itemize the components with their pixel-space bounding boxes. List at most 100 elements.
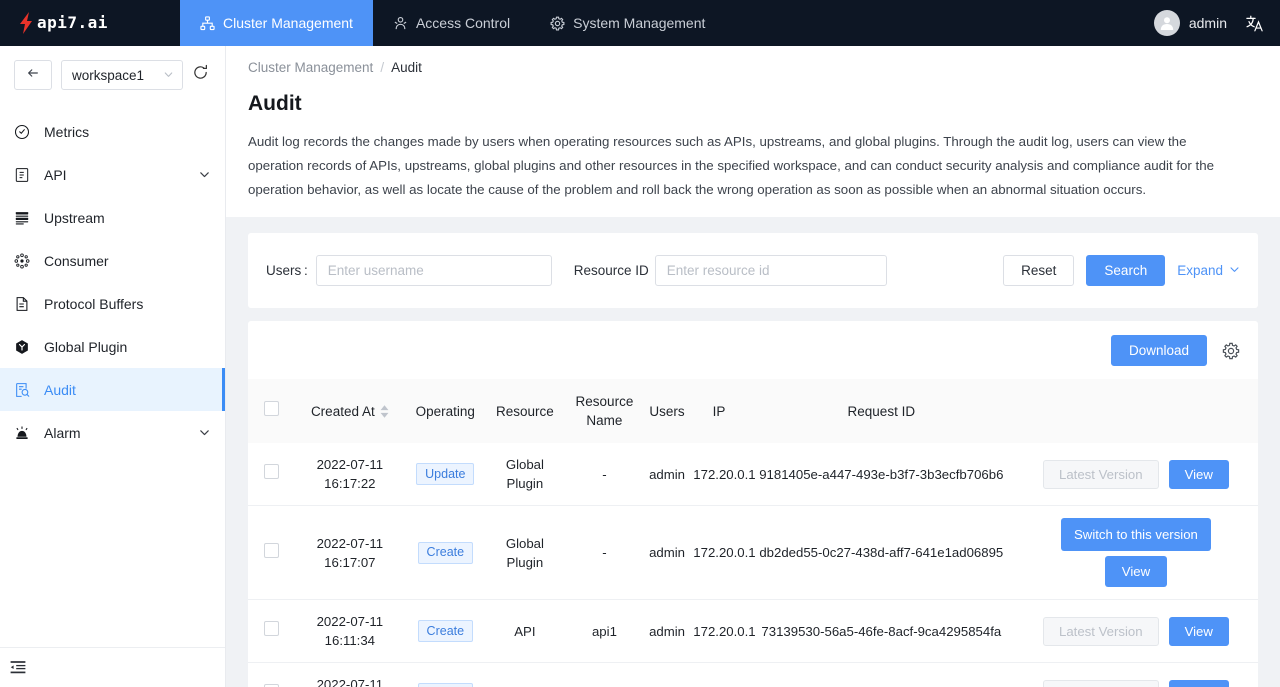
- operation-tag: Create: [417, 620, 474, 642]
- search-button[interactable]: Search: [1086, 255, 1166, 286]
- latest-version-button: Latest Version: [1042, 616, 1159, 646]
- workspace-select[interactable]: workspace1: [61, 60, 183, 90]
- nav-item-cluster-management[interactable]: Cluster Management: [180, 0, 373, 46]
- view-button[interactable]: View: [1104, 556, 1168, 587]
- chevron-down-icon[interactable]: [198, 168, 211, 181]
- collapse-sidebar-icon[interactable]: [9, 659, 27, 677]
- cell-users: admin: [644, 505, 690, 600]
- alarm-icon: [12, 425, 32, 441]
- refresh-icon: [192, 64, 209, 86]
- chevron-down-icon[interactable]: [198, 426, 211, 439]
- select-all-checkbox[interactable]: [263, 401, 279, 416]
- users-input[interactable]: [315, 255, 552, 286]
- sort-icon[interactable]: [380, 404, 389, 418]
- page-title: Audit: [248, 92, 302, 115]
- sidebar-item-global-plugin[interactable]: Global Plugin: [0, 325, 225, 368]
- sidebar-item-protocol-buffers[interactable]: Protocol Buffers: [0, 282, 225, 325]
- cell-request-id: db2ded55-0c27-438d-aff7-641e1ad06895: [748, 505, 1014, 600]
- app-root: api7.ai Cluster Management Access Contro…: [0, 0, 1280, 687]
- reset-button[interactable]: Reset: [1003, 255, 1075, 286]
- back-button[interactable]: [14, 60, 52, 90]
- breadcrumb: Cluster Management / Audit: [248, 60, 1250, 75]
- filter-actions: Reset Search Expand: [1003, 255, 1240, 286]
- logo-text: api7.ai: [37, 13, 108, 32]
- api-icon: [12, 167, 32, 183]
- table-row: 2022-07-11 16:07:47 Create Upstream upst…: [248, 662, 1258, 687]
- download-button[interactable]: Download: [1110, 335, 1207, 366]
- resource-id-input[interactable]: [654, 255, 887, 286]
- cell-request-id: 9181405e-a447-493e-b3f7-3b3ecfb706b6: [748, 443, 1014, 506]
- table-header-row: Created At Operating Resource Resource N…: [248, 379, 1258, 443]
- sidebar-item-audit[interactable]: Audit: [0, 368, 225, 411]
- cell-ip: 172.20.0.1: [689, 505, 756, 600]
- sidebar-item-label: Metrics: [44, 123, 90, 140]
- cell-operating: Create: [405, 662, 486, 687]
- api7-logo-icon: [18, 11, 34, 35]
- expand-toggle[interactable]: Expand: [1177, 263, 1240, 278]
- sidebar-item-api[interactable]: API: [0, 153, 225, 196]
- username-label: admin: [1188, 15, 1227, 31]
- table-toolbar: Download: [248, 321, 1258, 379]
- nav-item-access-control[interactable]: Access Control: [373, 0, 530, 46]
- row-select-cell: [248, 505, 295, 600]
- row-checkbox[interactable]: [263, 464, 279, 479]
- chevron-down-icon: [1229, 263, 1240, 278]
- cluster-icon: [200, 15, 215, 31]
- view-button[interactable]: View: [1168, 459, 1229, 489]
- table-row: 2022-07-11 16:17:22 Update Global Plugin…: [248, 443, 1258, 506]
- table-body: 2022-07-11 16:17:22 Update Global Plugin…: [248, 443, 1258, 687]
- nav-label: System Management: [573, 15, 706, 31]
- top-nav-right: admin: [1153, 0, 1280, 46]
- sidebar-item-consumer[interactable]: Consumer: [0, 239, 225, 282]
- breadcrumb-parent[interactable]: Cluster Management: [248, 60, 373, 75]
- operation-tag: Create: [417, 683, 474, 687]
- cell-resource: Upstream: [485, 662, 565, 687]
- gear-icon: [550, 16, 565, 31]
- column-label: Created At: [310, 403, 375, 419]
- sidebar-item-upstream[interactable]: Upstream: [0, 196, 225, 239]
- cell-resource: Global Plugin: [485, 443, 565, 506]
- sidebar-item-label: Protocol Buffers: [44, 295, 144, 312]
- cell-created-at: 2022-07-11 16:17:22: [294, 443, 405, 506]
- refresh-button[interactable]: [192, 64, 209, 86]
- cell-resource: API: [485, 599, 565, 663]
- cell-created-at: 2022-07-11 16:17:07: [294, 505, 405, 600]
- column-header-actions: [1013, 379, 1258, 443]
- page-header: Cluster Management / Audit Audit Audit l…: [226, 46, 1280, 217]
- top-navigation-bar: api7.ai Cluster Management Access Contro…: [0, 0, 1280, 46]
- cell-ip: 172.20.0.1: [689, 599, 756, 663]
- row-checkbox[interactable]: [263, 542, 279, 558]
- cell-actions: Switch to this version View: [1013, 505, 1258, 600]
- cell-resource-name: -: [564, 443, 645, 506]
- user-menu[interactable]: admin: [1153, 10, 1227, 36]
- nav-item-system-management[interactable]: System Management: [530, 0, 725, 46]
- logo[interactable]: api7.ai: [0, 0, 180, 46]
- sidebar: workspace1 Metrics API Upstream Consumer…: [0, 46, 226, 687]
- resource-id-label: Resource ID: [573, 263, 649, 278]
- top-nav-items: Cluster Management Access Control System…: [180, 0, 725, 46]
- cell-actions: Latest Version View: [1013, 443, 1258, 506]
- table-row: 2022-07-11 16:11:34 Create API api1 admi…: [248, 599, 1258, 663]
- sidebar-item-alarm[interactable]: Alarm: [0, 411, 225, 454]
- view-button[interactable]: View: [1168, 679, 1229, 687]
- translate-icon[interactable]: [1245, 14, 1264, 33]
- arrow-left-icon: [26, 66, 40, 85]
- row-checkbox[interactable]: [263, 621, 279, 636]
- sidebar-item-metrics[interactable]: Metrics: [0, 110, 225, 153]
- cell-request-id: 8f376b7b-a713-4c4f-946e-dbdfc0ba7be6: [748, 662, 1014, 687]
- cell-resource: Global Plugin: [485, 505, 565, 600]
- cell-users: admin: [644, 443, 690, 506]
- users-label: Users :: [266, 263, 308, 278]
- plugin-icon: [12, 339, 32, 355]
- audit-icon: [12, 382, 32, 398]
- column-header-request-id: Request ID: [748, 379, 1014, 443]
- column-header-created-at[interactable]: Created At: [294, 379, 405, 443]
- cell-created-at: 2022-07-11 16:07:47: [294, 662, 405, 687]
- cell-resource-name: upstream2: [564, 662, 645, 687]
- cell-operating: Create: [405, 505, 486, 600]
- cell-created-at: 2022-07-11 16:11:34: [294, 599, 405, 663]
- cell-operating: Update: [405, 443, 486, 506]
- gear-icon[interactable]: [1222, 342, 1240, 360]
- sidebar-item-label: Alarm: [44, 424, 81, 441]
- view-button[interactable]: View: [1168, 616, 1229, 646]
